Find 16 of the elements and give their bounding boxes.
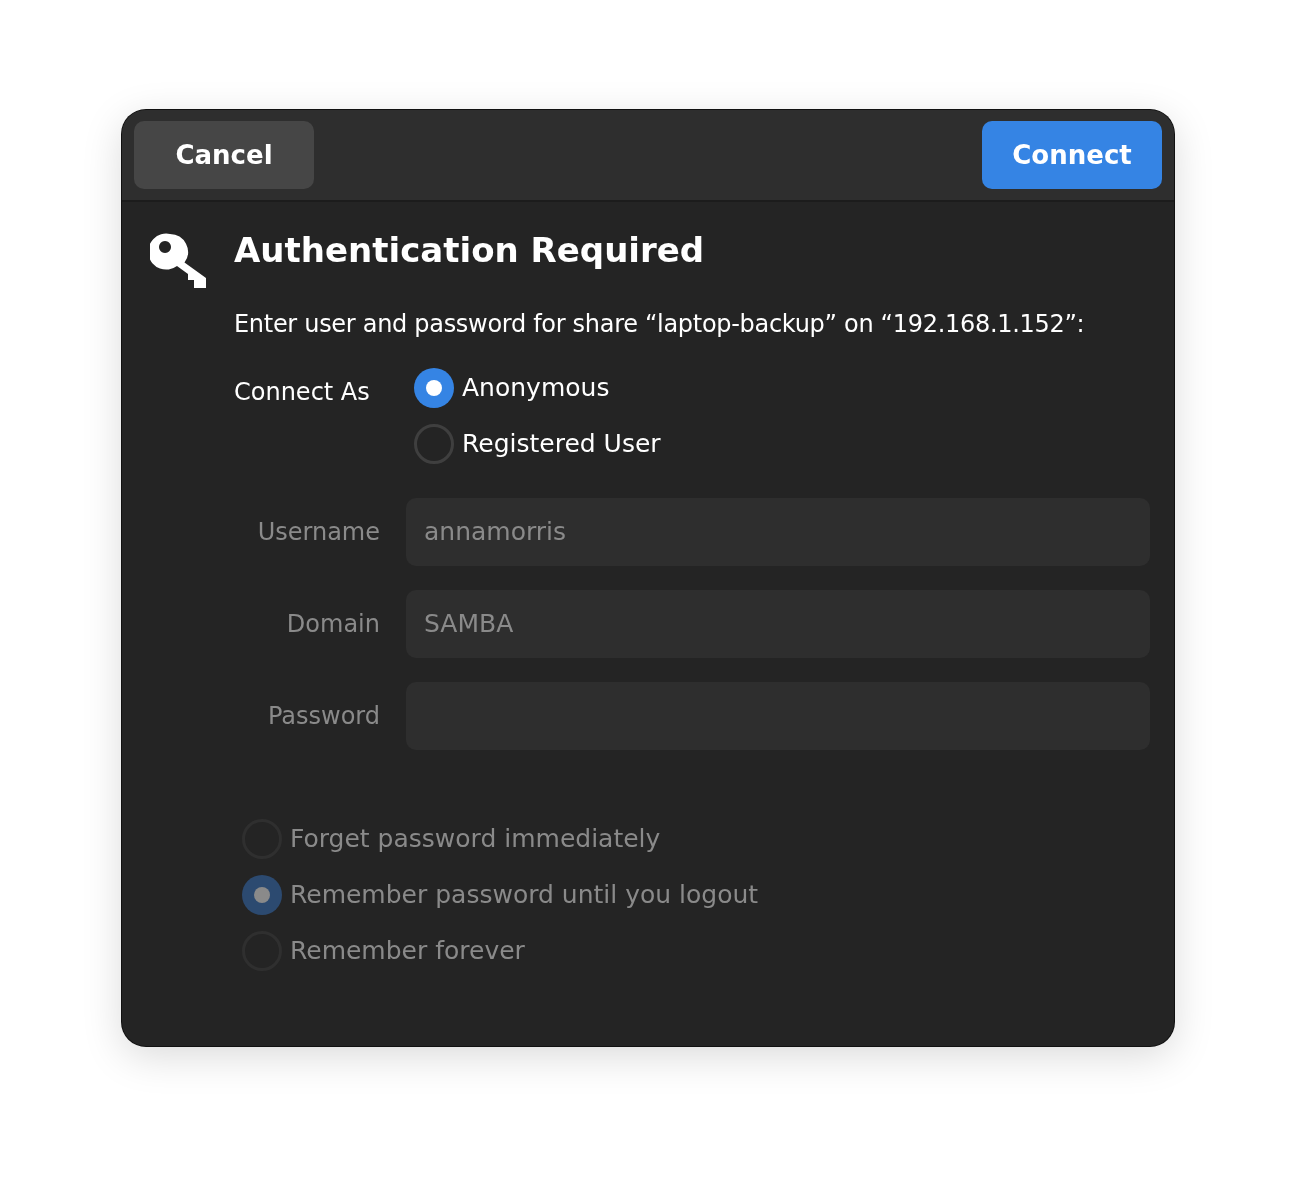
connect-as-label: Connect As xyxy=(234,377,371,408)
field-label: Username xyxy=(256,517,380,548)
radio-label: Anonymous xyxy=(462,372,610,405)
field-label: Password xyxy=(266,701,380,732)
radio-button[interactable] xyxy=(414,424,454,464)
connect-button[interactable]: Connect xyxy=(982,121,1162,189)
cancel-button[interactable]: Cancel xyxy=(134,121,314,189)
message-text: Enter user and password for share “laptop-backup” on “192.168.1.152”: xyxy=(234,309,1085,340)
field-label: Domain xyxy=(285,609,380,640)
radio-label: Remember forever xyxy=(290,935,525,968)
radio-label: Remember password until you logout xyxy=(290,879,759,912)
radio-button[interactable] xyxy=(414,368,454,408)
radio-label: Registered User xyxy=(462,428,661,461)
key-icon xyxy=(150,232,206,288)
dialog-title: Authentication Required xyxy=(234,229,706,272)
radio-label: Forget password immediately xyxy=(290,823,661,856)
